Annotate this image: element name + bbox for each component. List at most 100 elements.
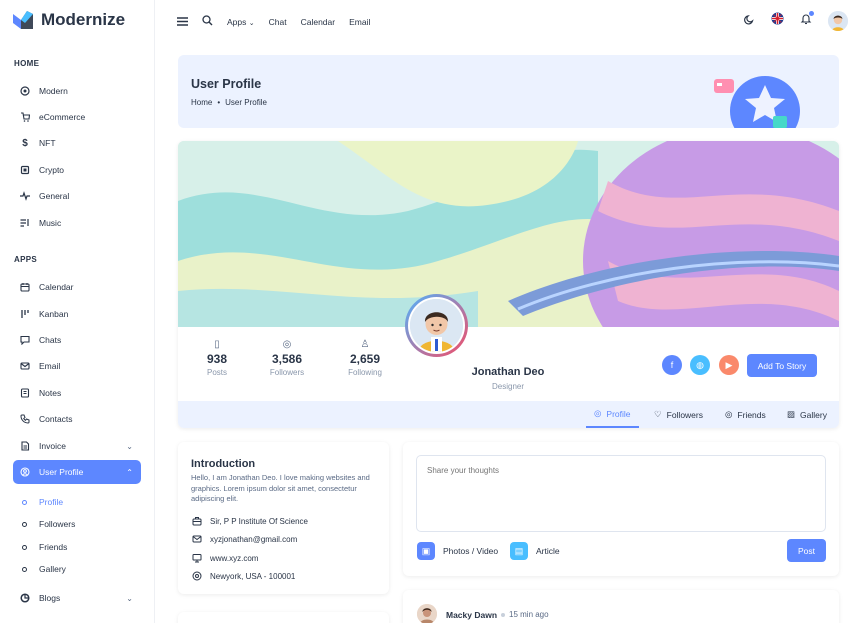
sidebar-item-modern[interactable]: Modern [13,79,141,103]
sidebar-item-ecommerce[interactable]: eCommerce [13,105,141,129]
avatar[interactable] [828,11,848,31]
tab-label: Gallery [800,409,827,420]
sidebar-item-user-profile[interactable]: User Profile ⌃ [13,460,141,484]
tab-profile[interactable]: ◎ Profile [586,401,639,428]
post-time: 15 min ago [501,610,549,619]
map-pin-icon [192,571,202,581]
profile-avatar [405,294,468,357]
sidebar-subitem-gallery[interactable]: Gallery [22,564,66,574]
heart-icon: ♡ [654,409,662,419]
sidebar-item-kanban[interactable]: Kanban [13,302,141,326]
youtube-icon[interactable]: ▶ [719,355,739,375]
dribbble-icon[interactable]: ◍ [690,355,710,375]
circle-icon [22,544,27,550]
sidebar-item-music[interactable]: Music [13,211,141,235]
sidebar-subitem-label: Profile [39,497,64,507]
section-title-apps: APPS [14,255,37,264]
stat-value: 938 [206,352,228,366]
sidebar-subitem-label: Gallery [39,564,66,574]
profile-name: Jonathan Deo [471,366,545,378]
nav-link-chat[interactable]: Chat [269,17,287,27]
dot-separator [501,612,505,617]
file-text-icon [20,441,30,451]
circle-icon [22,499,27,505]
tab-label: Profile [606,408,631,419]
article-icon: ▤ [510,542,528,560]
add-to-story-button[interactable]: Add To Story [747,354,817,377]
moon-icon[interactable] [744,12,755,30]
user-circle-icon: ◎ [725,409,733,419]
flag-uk-icon[interactable] [771,12,784,30]
notes-icon [20,388,30,398]
sidebar-item-label: Kanban [39,309,69,319]
sidebar-item-nft[interactable]: $ NFT [13,131,141,155]
bell-icon[interactable] [800,11,814,30]
sidebar-item-label: Blogs [39,593,61,603]
mail-icon [20,361,30,371]
nav-link-calendar[interactable]: Calendar [301,17,336,27]
facebook-icon[interactable]: f [662,355,682,375]
nav-link-email[interactable]: Email [349,17,370,27]
breadcrumb-home[interactable]: Home [191,98,212,107]
sidebar-item-calendar[interactable]: Calendar [13,275,141,299]
tab-label: Friends [737,409,766,420]
sidebar-item-blogs[interactable]: Blogs ⌄ [13,586,141,610]
sidebar-item-label: eCommerce [39,112,86,122]
sidebar-item-invoice[interactable]: Invoice ⌄ [13,434,141,458]
stat-label: Following [348,368,382,377]
search-icon[interactable] [202,13,213,31]
sidebar-item-label: Chats [39,335,62,345]
sidebar-item-contacts[interactable]: Contacts [13,407,141,431]
info-email: xyzjonathan@gmail.com [192,534,297,544]
sidebar-item-label: Contacts [39,414,73,424]
tab-label: Followers [666,409,703,420]
cpu-icon [20,165,30,175]
stat-posts: ▯ 938 Posts [178,339,256,377]
sidebar-item-label: Calendar [39,282,74,292]
logo[interactable]: Modernize [13,10,125,30]
message-icon [20,335,30,345]
page-title: User Profile [191,77,262,91]
info-text[interactable]: www.xyz.com [210,554,258,563]
photos-card [178,612,389,623]
user-circle-icon [20,467,30,477]
notification-dot [809,11,814,16]
user-circle-icon: ◎ [594,408,602,418]
sidebar-item-general[interactable]: General [13,184,141,208]
device-desktop-icon [192,553,202,563]
sidebar-item-label: Notes [39,388,62,398]
avatar[interactable] [417,604,437,623]
photos-video-button[interactable]: ▣ Photos / Video [417,542,498,560]
tab-gallery[interactable]: ▨ Gallery [787,401,827,428]
info-school: Sir, P P Institute Of Science [192,516,308,526]
circle-icon [22,566,27,572]
profile-tabs: ◎ Profile ♡ Followers ◎ Friends ▨ Galler… [178,401,839,428]
sidebar-item-email[interactable]: Email [13,354,141,378]
share-thoughts-input[interactable] [416,455,826,532]
article-button[interactable]: ▤ Article [510,542,560,560]
aperture-icon [20,86,30,96]
user-check-icon: ♙ [360,339,370,350]
sidebar-subitem-followers[interactable]: Followers [22,519,75,529]
tab-friends[interactable]: ◎ Friends [725,401,766,428]
file-icon: ▯ [214,339,220,350]
menu-icon[interactable] [177,13,188,31]
topbar: Apps ⌄ Chat Calendar Email [155,0,862,42]
sidebar-subitem-profile[interactable]: Profile [22,497,63,507]
breadcrumb-current: User Profile [225,98,267,107]
tab-followers[interactable]: ♡ Followers [654,401,703,428]
mail-icon [192,534,202,544]
post-author[interactable]: Macky Dawn [446,610,497,620]
nav-link-apps[interactable]: Apps ⌄ [227,17,255,27]
breadcrumb-card: User Profile Home • User Profile [178,55,839,128]
stat-value: 2,659 [349,352,381,366]
sidebar-subitem-label: Friends [39,542,68,552]
sidebar-item-crypto[interactable]: Crypto [13,158,141,182]
sidebar-subitem-friends[interactable]: Friends [22,542,67,552]
breadcrumb: Home • User Profile [191,98,267,107]
chevron-down-icon: ⌄ [248,20,255,27]
sidebar-item-notes[interactable]: Notes [13,381,141,405]
info-text: Sir, P P Institute Of Science [210,516,308,526]
sidebar-item-chats[interactable]: Chats [13,328,141,352]
post-button[interactable]: Post [787,539,826,562]
